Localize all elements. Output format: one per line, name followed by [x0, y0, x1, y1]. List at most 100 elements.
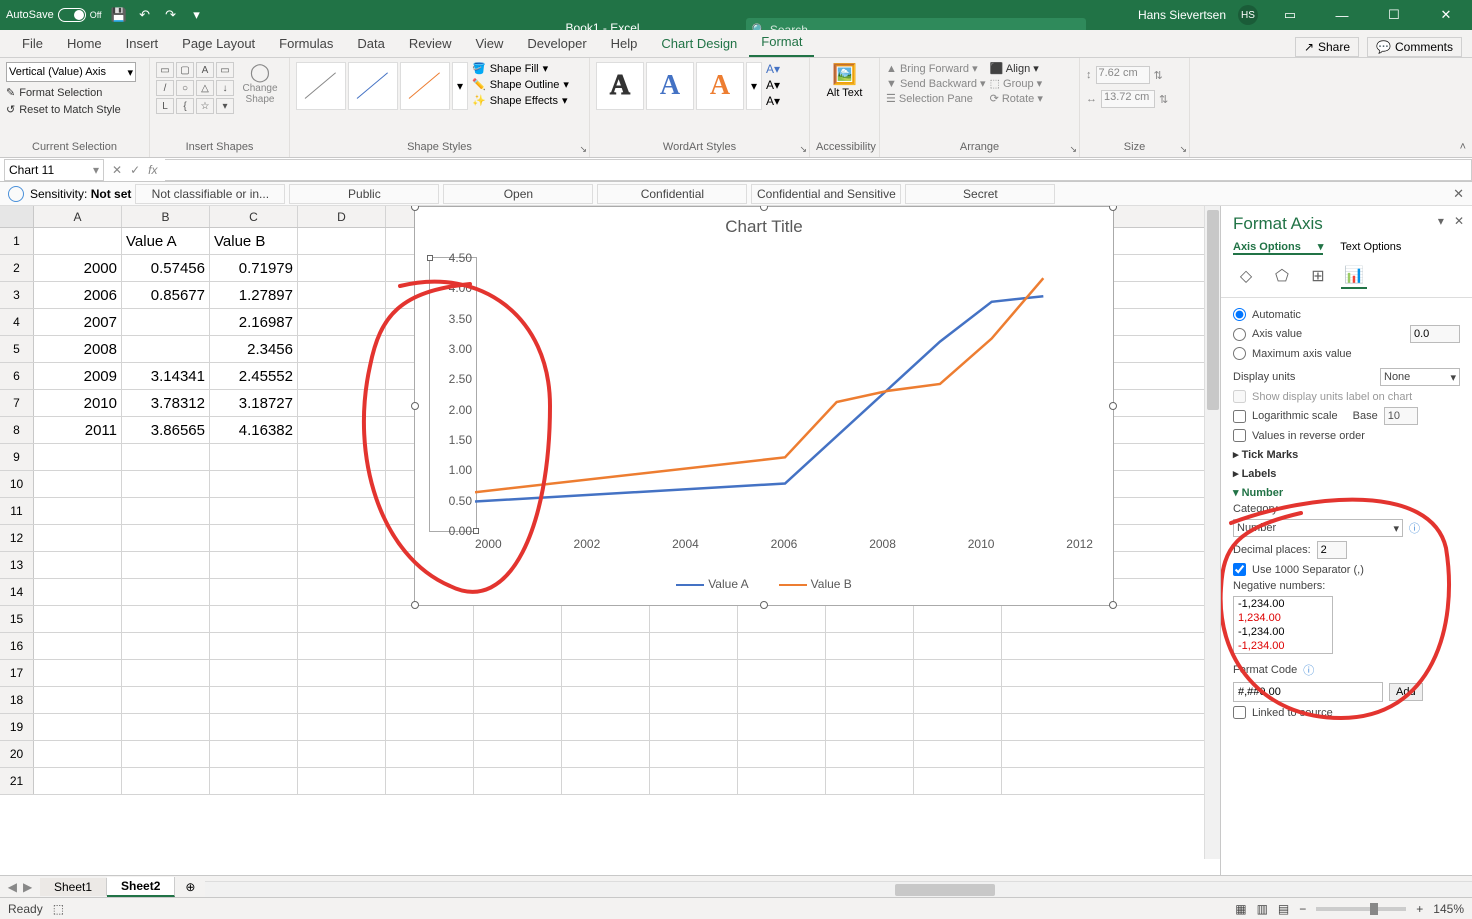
cell[interactable]: [386, 633, 474, 659]
tab-file[interactable]: File: [10, 30, 55, 57]
cell[interactable]: [826, 660, 914, 686]
text-outline-icon[interactable]: A▾: [766, 78, 780, 92]
cell[interactable]: 2011: [34, 417, 122, 443]
cell[interactable]: [298, 282, 386, 308]
cell[interactable]: [122, 633, 210, 659]
tab-formulas[interactable]: Formulas: [267, 30, 345, 57]
info-icon[interactable]: ⓘ: [1409, 520, 1420, 536]
sheet-tab-sheet2[interactable]: Sheet2: [107, 877, 175, 897]
cell[interactable]: [386, 606, 474, 632]
cell[interactable]: [122, 606, 210, 632]
tab-chart-design[interactable]: Chart Design: [649, 30, 749, 57]
cell[interactable]: [122, 498, 210, 524]
cell[interactable]: [210, 768, 298, 794]
row-header-16[interactable]: 16: [0, 633, 34, 659]
cell[interactable]: [826, 714, 914, 740]
cell[interactable]: [386, 714, 474, 740]
row-header-20[interactable]: 20: [0, 741, 34, 767]
wordart-launcher-icon[interactable]: ↘: [799, 144, 807, 155]
panel-close-icon[interactable]: ✕: [1454, 214, 1464, 228]
log-scale-checkbox[interactable]: [1233, 410, 1246, 423]
cell[interactable]: [914, 687, 1002, 713]
cell[interactable]: 0.71979: [210, 255, 298, 281]
view-page-layout-icon[interactable]: ▥: [1257, 902, 1268, 916]
shape-outline-button[interactable]: ✏️ Shape Outline ▾: [472, 78, 569, 91]
section-tick-marks[interactable]: ▸ Tick Marks: [1233, 448, 1460, 461]
axis-options-tab[interactable]: Axis Options ▾: [1233, 241, 1323, 255]
sheet-nav-prev-icon[interactable]: ◀: [8, 880, 17, 894]
cell[interactable]: [738, 768, 826, 794]
cell[interactable]: 2009: [34, 363, 122, 389]
select-all-corner[interactable]: [0, 206, 34, 227]
user-name[interactable]: Hans Sievertsen: [1138, 8, 1226, 22]
cell[interactable]: [914, 741, 1002, 767]
cell[interactable]: [650, 768, 738, 794]
cell[interactable]: [34, 606, 122, 632]
cell[interactable]: [122, 768, 210, 794]
cell[interactable]: [298, 228, 386, 254]
cell[interactable]: [210, 714, 298, 740]
cell[interactable]: [298, 633, 386, 659]
cell[interactable]: [650, 660, 738, 686]
selection-pane-button[interactable]: ☰ Selection Pane: [886, 92, 986, 105]
thousand-sep-checkbox[interactable]: [1233, 563, 1246, 576]
cell[interactable]: [474, 687, 562, 713]
undo-icon[interactable]: ↶: [136, 7, 154, 23]
cell[interactable]: [34, 741, 122, 767]
minimize-icon[interactable]: —: [1322, 8, 1362, 23]
cell[interactable]: [298, 417, 386, 443]
cell[interactable]: [386, 741, 474, 767]
cell[interactable]: [562, 687, 650, 713]
tab-review[interactable]: Review: [397, 30, 464, 57]
format-code-input[interactable]: [1233, 682, 1383, 702]
cell[interactable]: 2007: [34, 309, 122, 335]
text-options-tab[interactable]: Text Options: [1340, 241, 1401, 253]
cell[interactable]: 2.16987: [210, 309, 298, 335]
row-header-5[interactable]: 5: [0, 336, 34, 362]
cell[interactable]: 1.27897: [210, 282, 298, 308]
chart-element-selector[interactable]: Vertical (Value) Axis▾: [6, 62, 136, 82]
cell[interactable]: [474, 660, 562, 686]
reset-style-button[interactable]: ↺ Reset to Match Style: [6, 103, 121, 116]
zoom-level[interactable]: 145%: [1433, 902, 1464, 916]
cell[interactable]: 3.86565: [122, 417, 210, 443]
cell[interactable]: [122, 579, 210, 605]
col-header-A[interactable]: A: [34, 206, 122, 227]
cell[interactable]: [210, 498, 298, 524]
row-header-15[interactable]: 15: [0, 606, 34, 632]
row-header-11[interactable]: 11: [0, 498, 34, 524]
number-category-select[interactable]: Number▾: [1233, 519, 1403, 537]
tab-developer[interactable]: Developer: [515, 30, 598, 57]
tab-data[interactable]: Data: [345, 30, 396, 57]
cell[interactable]: 0.57456: [122, 255, 210, 281]
col-header-C[interactable]: C: [210, 206, 298, 227]
save-icon[interactable]: 💾: [110, 7, 128, 23]
fill-line-icon[interactable]: ◇: [1233, 263, 1259, 289]
row-header-12[interactable]: 12: [0, 525, 34, 551]
cell[interactable]: [562, 660, 650, 686]
info-icon[interactable]: ⓘ: [1303, 662, 1314, 678]
cell[interactable]: [210, 633, 298, 659]
tab-insert[interactable]: Insert: [114, 30, 171, 57]
cell[interactable]: [210, 525, 298, 551]
add-format-button[interactable]: Add: [1389, 683, 1423, 701]
cell[interactable]: [298, 336, 386, 362]
cell[interactable]: 3.18727: [210, 390, 298, 416]
chart-x-axis[interactable]: 2000200220042006200820102012: [475, 537, 1093, 555]
cell[interactable]: [210, 660, 298, 686]
cell[interactable]: [34, 444, 122, 470]
shape-effects-button[interactable]: ✨ Shape Effects ▾: [472, 94, 569, 107]
cell[interactable]: [122, 309, 210, 335]
close-icon[interactable]: ✕: [1426, 7, 1466, 23]
cell[interactable]: [122, 660, 210, 686]
chart-legend[interactable]: Value A Value B: [415, 577, 1113, 591]
radio-max-value[interactable]: [1233, 347, 1246, 360]
vertical-scrollbar[interactable]: [1204, 206, 1220, 859]
cell[interactable]: [298, 471, 386, 497]
cell[interactable]: 2010: [34, 390, 122, 416]
cell[interactable]: [298, 552, 386, 578]
cell[interactable]: [474, 633, 562, 659]
align-button[interactable]: ⬛ Align ▾: [990, 62, 1043, 75]
row-header-6[interactable]: 6: [0, 363, 34, 389]
cell[interactable]: [34, 552, 122, 578]
